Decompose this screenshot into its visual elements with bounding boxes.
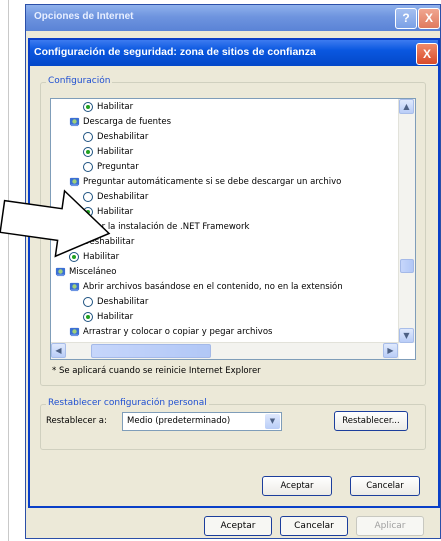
dialog-ok-button[interactable]: Aceptar	[262, 476, 332, 496]
outer-close-button[interactable]: X	[418, 8, 440, 29]
setting-category: Abrir archivos basándose en el contenido…	[69, 281, 343, 294]
outer-ok-button[interactable]: Aceptar	[204, 516, 272, 536]
gear-icon	[55, 267, 66, 277]
setting-label: Habilitar	[97, 102, 134, 112]
setting-option[interactable]: Habilitar	[83, 101, 133, 114]
setting-option[interactable]: Deshabilitar	[83, 131, 148, 144]
security-settings-dialog: Configuración de seguridad: zona de siti…	[28, 38, 440, 508]
setting-label: Descarga de fuentes	[83, 117, 172, 127]
setting-option[interactable]: Habilitar	[83, 311, 133, 324]
gear-icon	[69, 117, 80, 127]
scroll-left-icon[interactable]: ◀	[51, 343, 66, 358]
vertical-scrollbar[interactable]: ▲ ▼	[398, 99, 415, 343]
dialog-close-button[interactable]: X	[416, 43, 438, 65]
horizontal-scrollbar[interactable]: ◀ ▶	[51, 342, 399, 359]
setting-option[interactable]: Deshabilitar	[83, 296, 148, 309]
reset-label: Restablecer a:	[46, 416, 107, 426]
setting-category: Arrastrar y colocar o copiar y pegar arc…	[69, 326, 272, 339]
gear-icon	[69, 282, 80, 292]
setting-label: Preguntar	[97, 162, 139, 172]
dialog-title-bar: Configuración de seguridad: zona de siti…	[30, 40, 438, 66]
restart-note: * Se aplicará cuando se reinicie Interne…	[52, 366, 261, 376]
reset-button[interactable]: Restablecer...	[334, 411, 408, 431]
reset-level-value: Medio (predeterminado)	[127, 416, 231, 426]
dialog-title: Configuración de seguridad: zona de siti…	[34, 46, 316, 58]
setting-label: Arrastrar y colocar o copiar y pegar arc…	[83, 327, 273, 337]
setting-label: Abrir archivos basándose en el contenido…	[83, 282, 343, 292]
setting-label: Habilitar	[97, 312, 134, 322]
reset-level-select[interactable]: Medio (predeterminado) ▼	[122, 412, 282, 431]
reset-legend: Restablecer configuración personal	[46, 398, 209, 408]
dialog-cancel-button[interactable]: Cancelar	[350, 476, 420, 496]
setting-label: Misceláneo	[69, 267, 117, 277]
radio-button-icon[interactable]	[83, 146, 93, 157]
outer-title-bar: Opciones de Internet ? X	[26, 5, 440, 31]
scroll-thumb[interactable]	[400, 259, 414, 273]
radio-button-icon[interactable]	[83, 161, 93, 172]
pointer-arrow-annotation	[0, 189, 111, 258]
radio-button-icon[interactable]	[83, 101, 93, 112]
scroll-right-icon[interactable]: ▶	[383, 343, 398, 358]
radio-button-icon[interactable]	[83, 296, 93, 307]
left-edge-panel	[0, 0, 9, 541]
settings-legend: Configuración	[46, 76, 113, 86]
setting-option[interactable]: Habilitar	[83, 146, 133, 159]
chevron-down-icon[interactable]: ▼	[265, 414, 280, 429]
scroll-down-icon[interactable]: ▼	[399, 328, 414, 343]
setting-label: Preguntar automáticamente si se debe des…	[83, 177, 342, 187]
gear-icon	[69, 327, 80, 337]
setting-category: Misceláneo	[55, 266, 116, 279]
radio-button-icon[interactable]	[83, 311, 93, 322]
setting-option[interactable]: Preguntar	[83, 161, 139, 174]
setting-label: Habilitar	[97, 147, 134, 157]
outer-window-title: Opciones de Internet	[34, 11, 134, 22]
radio-button-icon[interactable]	[83, 131, 93, 142]
help-button[interactable]: ?	[395, 8, 417, 29]
setting-label: Deshabilitar	[97, 132, 149, 142]
hscroll-thumb[interactable]	[91, 344, 211, 358]
scroll-up-icon[interactable]: ▲	[399, 99, 414, 114]
outer-apply-button[interactable]: Aplicar	[356, 516, 424, 536]
outer-cancel-button[interactable]: Cancelar	[280, 516, 348, 536]
setting-label: Deshabilitar	[97, 297, 149, 307]
setting-category: Descarga de fuentes	[69, 116, 171, 129]
